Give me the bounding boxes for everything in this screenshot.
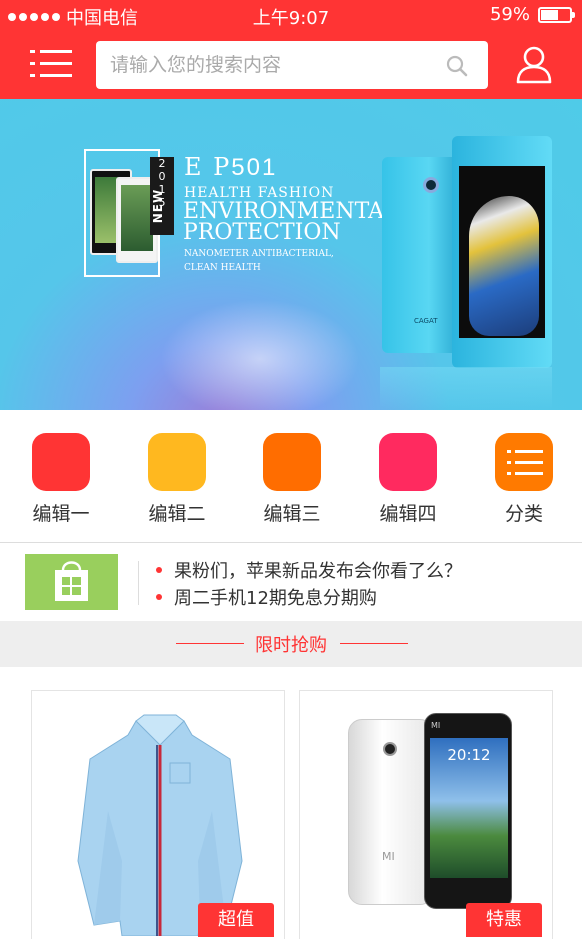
banner-model: E P501 <box>184 153 278 181</box>
divider <box>138 561 139 605</box>
phone-back-image: CAGAT <box>382 157 460 353</box>
status-bar: 中国电信 上午9:07 59% <box>0 0 582 30</box>
category-nav: 编辑一 编辑二 编辑三 编辑四 分类 <box>0 410 582 543</box>
category-item-4[interactable]: 编辑四 <box>368 433 448 526</box>
divider <box>340 643 408 644</box>
category-item-all[interactable]: 分类 <box>484 433 564 526</box>
battery-icon <box>538 6 575 23</box>
menu-icon[interactable] <box>30 45 72 81</box>
category-label: 编辑四 <box>379 503 437 525</box>
new-badge: 2 0 1 5 NEW <box>150 157 174 235</box>
category-label: 编辑二 <box>148 503 206 525</box>
shop-bag-icon[interactable] <box>25 554 118 610</box>
category-item-2[interactable]: 编辑二 <box>137 433 217 526</box>
product-card[interactable]: MI MI 20:12 特惠 <box>299 690 553 939</box>
phone-front-image: MI 20:12 <box>424 713 512 909</box>
phone-back-image: MI <box>348 719 434 905</box>
product-tag: 超值 <box>198 903 274 937</box>
category-icon <box>379 433 437 491</box>
category-icon <box>32 433 90 491</box>
category-icon <box>148 433 206 491</box>
category-item-1[interactable]: 编辑一 <box>21 433 101 526</box>
app-header: 中国电信 上午9:07 59% <box>0 0 582 99</box>
category-icon <box>263 433 321 491</box>
news-section: 果粉们，苹果新品发布会你看了么？ 周二手机12期免息分期购 <box>0 543 582 621</box>
category-label: 编辑三 <box>263 503 321 525</box>
parrot-image <box>469 196 539 336</box>
search-bar[interactable] <box>96 41 488 89</box>
phone-front-image <box>452 136 552 368</box>
banner-headline: ENVIRONMENTAL PROTECTION <box>183 199 399 245</box>
category-label: 分类 <box>504 503 543 525</box>
banner-glow <box>160 299 360 410</box>
list-icon <box>495 433 553 491</box>
news-item[interactable]: 果粉们，苹果新品发布会你看了么？ <box>156 557 462 583</box>
user-icon[interactable] <box>514 44 554 84</box>
category-item-3[interactable]: 编辑三 <box>252 433 332 526</box>
banner-subtext: NANOMETER ANTIBACTERIAL, CLEAN HEALTH <box>184 249 334 273</box>
phone-reflection <box>380 367 552 410</box>
category-label: 编辑一 <box>32 503 90 525</box>
product-tag: 特惠 <box>466 903 542 937</box>
flash-sale-title: 限时抢购 <box>255 635 327 656</box>
flash-sale-header: 限时抢购 <box>0 621 582 667</box>
promo-banner[interactable]: 2 0 1 5 NEW E P501 HEALTH FASHION ENVIRO… <box>0 99 582 410</box>
search-input[interactable] <box>110 47 430 83</box>
banner-product-frame <box>84 149 160 277</box>
search-icon[interactable] <box>446 55 468 77</box>
battery-percent: 59% <box>489 4 530 25</box>
news-item[interactable]: 周二手机12期免息分期购 <box>156 584 377 610</box>
product-card[interactable]: 超值 <box>31 690 285 939</box>
